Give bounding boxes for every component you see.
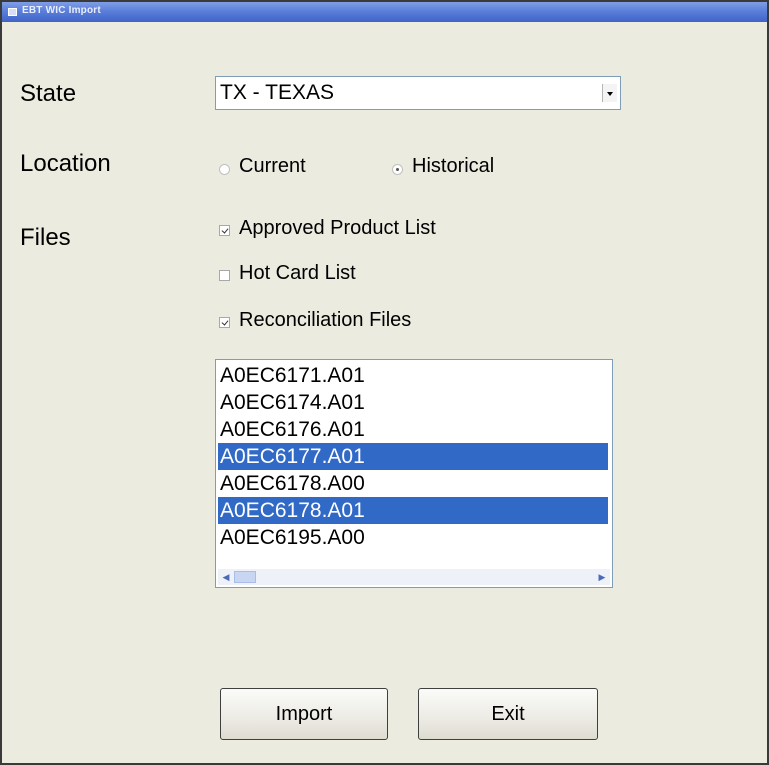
list-item[interactable]: A0EC6171.A01 — [218, 362, 608, 389]
import-window: EBT WIC Import State TX - TEXAS Location… — [0, 0, 769, 765]
checkbox-hot-card-list[interactable] — [219, 270, 230, 281]
import-button[interactable]: Import — [220, 688, 388, 740]
horizontal-scrollbar[interactable]: ◀ ▶ — [218, 569, 610, 585]
title-bar[interactable]: EBT WIC Import — [2, 2, 767, 22]
location-option-historical-label: Historical — [412, 155, 495, 177]
scroll-right-icon[interactable]: ▶ — [595, 570, 609, 584]
list-item[interactable]: A0EC6174.A01 — [218, 389, 608, 416]
file-option-hot-card-list-label: Hot Card List — [239, 262, 356, 284]
state-dropdown[interactable]: TX - TEXAS — [215, 76, 621, 110]
radio-historical[interactable] — [392, 164, 403, 175]
list-item[interactable]: A0EC6178.A00 — [218, 470, 608, 497]
state-label: State — [20, 80, 77, 107]
window-title: EBT WIC Import — [22, 5, 101, 16]
dropdown-arrow-icon[interactable] — [602, 84, 617, 102]
list-item[interactable]: A0EC6177.A01 — [218, 443, 608, 470]
location-label: Location — [20, 150, 111, 177]
state-dropdown-value: TX - TEXAS — [220, 81, 334, 104]
radio-current[interactable] — [219, 164, 230, 175]
files-label: Files — [20, 224, 71, 251]
scroll-left-icon[interactable]: ◀ — [219, 570, 233, 584]
checkbox-reconciliation-files[interactable] — [219, 317, 230, 328]
location-option-current-label: Current — [239, 155, 306, 177]
reconciliation-file-list[interactable]: A0EC6171.A01 A0EC6174.A01 A0EC6176.A01 A… — [215, 359, 613, 588]
app-icon — [8, 8, 17, 16]
list-item[interactable]: A0EC6176.A01 — [218, 416, 608, 443]
file-option-reconciliation-files-label: Reconciliation Files — [239, 309, 412, 331]
list-item[interactable]: A0EC6178.A01 — [218, 497, 608, 524]
exit-button[interactable]: Exit — [418, 688, 598, 740]
file-option-approved-product-list-label: Approved Product List — [239, 217, 436, 239]
list-item[interactable]: A0EC6195.A00 — [218, 524, 608, 551]
scroll-thumb[interactable] — [234, 571, 256, 583]
checkbox-approved-product-list[interactable] — [219, 225, 230, 236]
